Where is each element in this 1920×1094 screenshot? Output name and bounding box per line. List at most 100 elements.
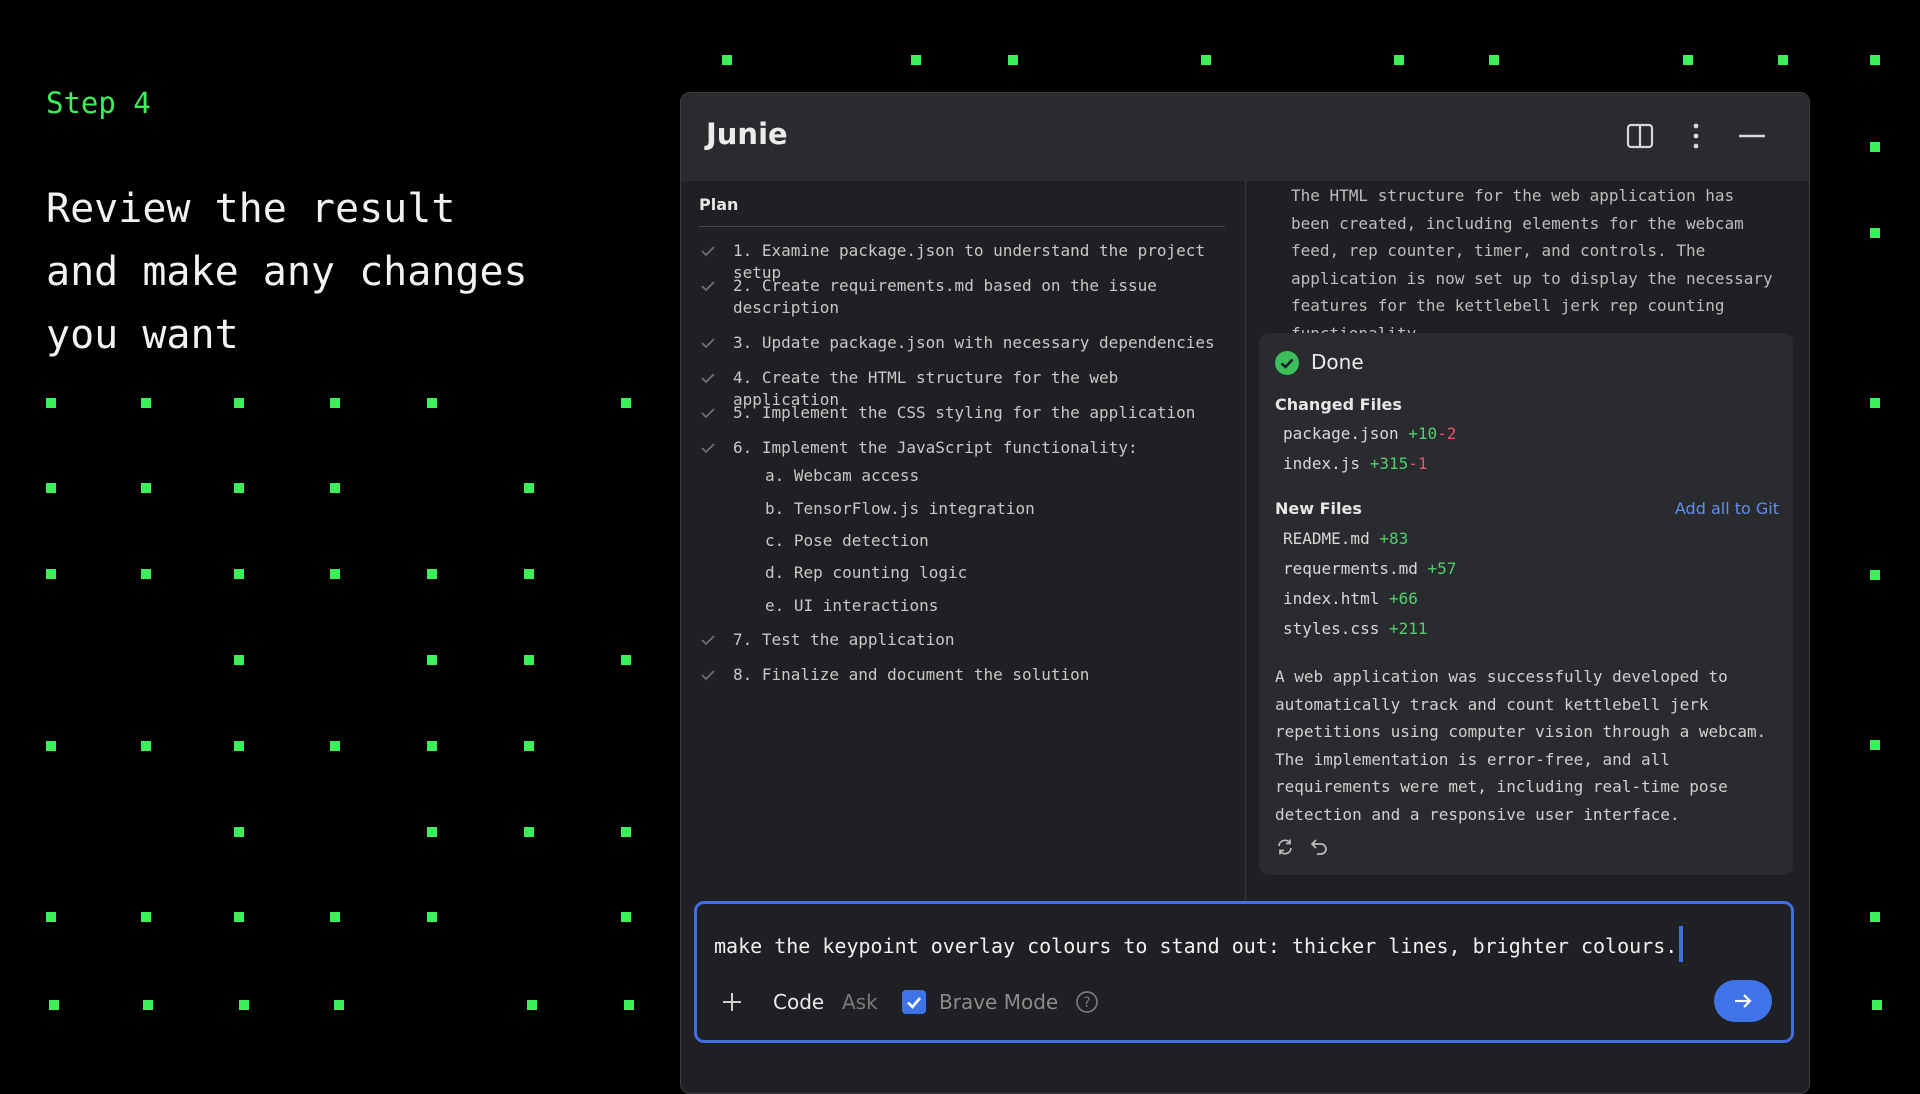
- grid-dot: [330, 483, 340, 493]
- plan-step-text: 3. Update package.json with necessary de…: [733, 333, 1215, 352]
- lines-added: +83: [1379, 529, 1409, 548]
- new-file-row[interactable]: styles.css +211: [1283, 619, 1428, 638]
- grid-dot: [1778, 55, 1788, 65]
- grid-dot: [234, 741, 244, 751]
- plan-title: Plan: [699, 195, 739, 214]
- plan-step-text: 8. Finalize and document the solution: [733, 665, 1090, 684]
- add-all-to-git-link[interactable]: Add all to Git: [1675, 499, 1779, 518]
- grid-dot: [1870, 228, 1880, 238]
- grid-dot: [46, 741, 56, 751]
- minimize-icon[interactable]: [1737, 121, 1767, 151]
- step-label: Step 4: [46, 86, 151, 120]
- plan-substep: a. Webcam access: [765, 466, 920, 485]
- prompt-input-box[interactable]: make the keypoint overlay colours to sta…: [694, 901, 1794, 1043]
- grid-dot: [1394, 55, 1404, 65]
- file-name: styles.css: [1283, 619, 1380, 638]
- plan-substep: c. Pose detection: [765, 531, 929, 550]
- file-name: package.json: [1283, 424, 1399, 443]
- grid-dot: [621, 827, 631, 837]
- grid-dot: [621, 398, 631, 408]
- grid-dot: [234, 483, 244, 493]
- junie-panel: Junie Plan 1. Examine package.json to un…: [680, 92, 1810, 1094]
- new-file-row[interactable]: requerments.md +57: [1283, 559, 1456, 578]
- grid-dot: [427, 912, 437, 922]
- result-summary: A web application was successfully devel…: [1275, 667, 1767, 824]
- grid-dot: [141, 483, 151, 493]
- check-icon: [701, 373, 715, 384]
- plan-step-text: 7. Test the application: [733, 630, 955, 649]
- plus-icon[interactable]: [720, 990, 744, 1014]
- prompt-input[interactable]: make the keypoint overlay colours to sta…: [714, 926, 1684, 962]
- status-label: Done: [1311, 350, 1364, 374]
- grid-dot: [524, 741, 534, 751]
- grid-dot: [527, 1000, 537, 1010]
- grid-dot: [330, 569, 340, 579]
- grid-dot: [524, 483, 534, 493]
- plan-step-text: 2. Create requirements.md based on the i…: [733, 276, 1157, 317]
- grid-dot: [427, 398, 437, 408]
- grid-dot: [334, 1000, 344, 1010]
- plan-step-text: 5. Implement the CSS styling for the app…: [733, 403, 1196, 422]
- refresh-icon[interactable]: [1275, 837, 1295, 857]
- changed-files-title: Changed Files: [1275, 395, 1402, 414]
- send-button[interactable]: [1714, 980, 1772, 1022]
- brave-mode-label[interactable]: Brave Mode: [939, 990, 1058, 1014]
- prompt-input-value: make the keypoint overlay colours to sta…: [714, 934, 1678, 958]
- mode-code-button[interactable]: Code: [773, 990, 824, 1014]
- undo-icon[interactable]: [1309, 837, 1329, 857]
- grid-dot: [911, 55, 921, 65]
- plan-divider: [699, 226, 1225, 227]
- grid-dot: [621, 655, 631, 665]
- checkmark-icon: [907, 997, 921, 1009]
- grid-dot: [46, 912, 56, 922]
- panel-header: Junie: [681, 93, 1809, 181]
- lines-added: +10: [1408, 424, 1438, 443]
- check-icon: [701, 443, 715, 454]
- check-icon: [701, 408, 715, 419]
- grid-dot: [239, 1000, 249, 1010]
- grid-dot: [1201, 55, 1211, 65]
- text-cursor: [1679, 926, 1684, 962]
- more-options-icon[interactable]: [1681, 121, 1711, 151]
- grid-dot: [234, 398, 244, 408]
- grid-dot: [427, 827, 437, 837]
- grid-dot: [427, 569, 437, 579]
- plan-substep: e. UI interactions: [765, 596, 939, 615]
- lines-added: +211: [1388, 619, 1428, 638]
- grid-dot: [234, 655, 244, 665]
- split-layout-icon[interactable]: [1625, 121, 1655, 151]
- panel-title: Junie: [706, 117, 788, 151]
- brave-mode-checkbox[interactable]: [902, 990, 926, 1014]
- grid-dot: [46, 483, 56, 493]
- changed-file-row[interactable]: package.json +10-2: [1283, 424, 1456, 443]
- new-file-row[interactable]: README.md +83: [1283, 529, 1408, 548]
- grid-dot: [427, 655, 437, 665]
- result-column: The HTML structure for the web applicati…: [1246, 181, 1809, 991]
- grid-dot: [330, 398, 340, 408]
- grid-dot: [1870, 740, 1880, 750]
- plan-column: Plan 1. Examine package.json to understa…: [681, 181, 1245, 991]
- grid-dot: [722, 55, 732, 65]
- grid-dot: [46, 398, 56, 408]
- grid-dot: [234, 569, 244, 579]
- grid-dot: [1870, 570, 1880, 580]
- previous-message: The HTML structure for the web applicati…: [1291, 186, 1773, 343]
- grid-dot: [624, 1000, 634, 1010]
- check-icon: [701, 281, 715, 292]
- grid-dot: [141, 912, 151, 922]
- check-icon: [701, 635, 715, 646]
- lines-removed: -2: [1437, 424, 1457, 443]
- changed-file-row[interactable]: index.js +315-1: [1283, 454, 1428, 473]
- grid-dot: [1872, 1000, 1882, 1010]
- help-icon[interactable]: ?: [1075, 990, 1099, 1014]
- grid-dot: [143, 1000, 153, 1010]
- grid-dot: [524, 827, 534, 837]
- grid-dot: [524, 569, 534, 579]
- grid-dot: [427, 741, 437, 751]
- new-file-row[interactable]: index.html +66: [1283, 589, 1418, 608]
- lines-added: +315: [1369, 454, 1409, 473]
- grid-dot: [524, 655, 534, 665]
- lines-removed: -1: [1408, 454, 1428, 473]
- mode-ask-button[interactable]: Ask: [842, 990, 878, 1014]
- file-name: index.html: [1283, 589, 1380, 608]
